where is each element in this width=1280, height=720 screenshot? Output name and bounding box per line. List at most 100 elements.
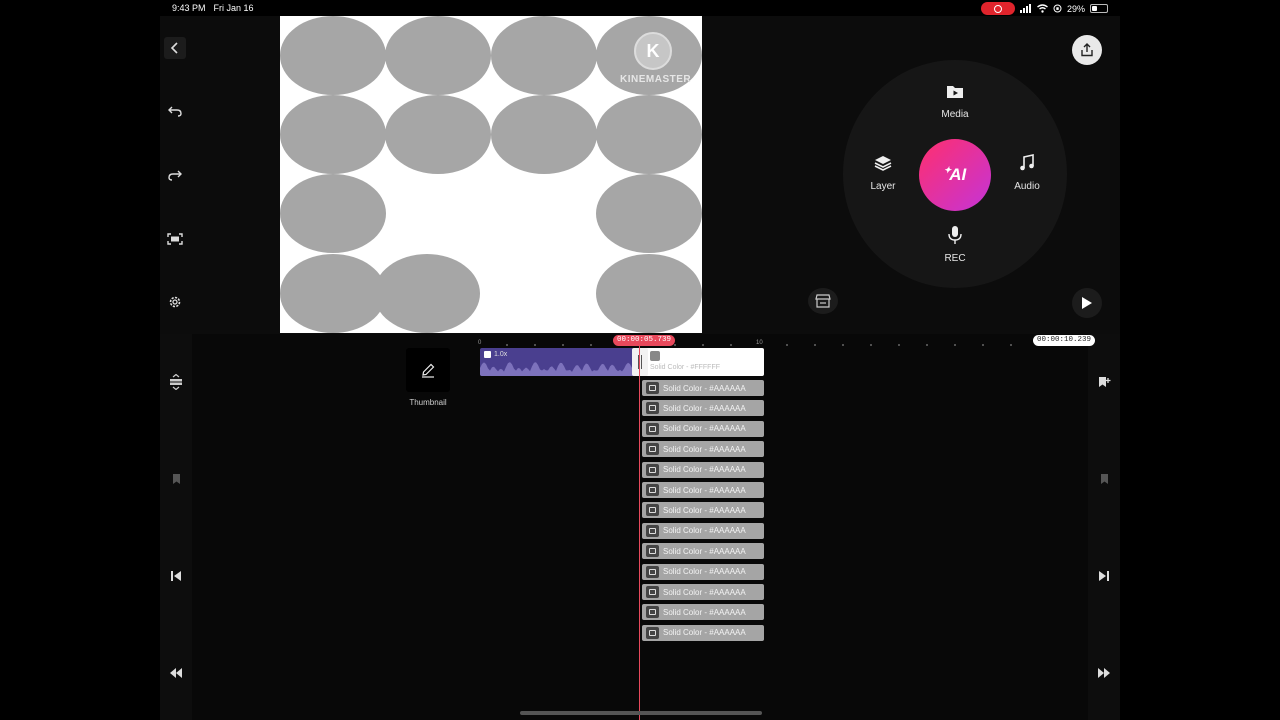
solid-color-icon (646, 382, 659, 394)
ruler-tick (562, 344, 564, 346)
layer-clip[interactable]: Solid Color - #AAAAAA (642, 380, 764, 396)
left-toolbar (160, 16, 192, 334)
solid-color-icon (646, 586, 659, 598)
media-button[interactable]: Media (925, 81, 985, 120)
playhead[interactable] (639, 346, 640, 720)
editor-top-area: K KINEMASTER Media Layer ✦ AI Audio REC (160, 16, 1120, 334)
audio-label: Audio (1014, 181, 1040, 192)
layer-clip[interactable]: Solid Color - #AAAAAA (642, 584, 764, 600)
trim-handle[interactable] (632, 348, 648, 376)
asset-store-button[interactable] (808, 288, 838, 314)
settings-button[interactable] (164, 291, 186, 313)
layer-clip[interactable]: Solid Color - #AAAAAA (642, 420, 764, 437)
layer-clip[interactable]: Solid Color - #AAAAAA (642, 502, 764, 519)
next-frame-button[interactable] (1096, 665, 1112, 681)
layer-clip[interactable]: Solid Color - #AAAAAA (642, 604, 764, 621)
status-date: Fri Jan 16 (213, 3, 254, 13)
oval-shape (596, 95, 702, 174)
layer-clip-label: Solid Color - #AAAAAA (663, 444, 746, 454)
layers-icon (874, 156, 892, 171)
kinemaster-watermark: K KINEMASTER (620, 32, 692, 85)
thumbnail-label: Thumbnail (409, 398, 447, 407)
layer-clip-label: Solid Color - #AAAAAA (663, 546, 746, 556)
jump-to-start-button[interactable] (168, 568, 184, 584)
oval-shape (280, 16, 386, 95)
ruler-tick (1010, 344, 1012, 346)
ruler-start-label: 0 (478, 340, 482, 346)
solid-color-icon (646, 463, 659, 476)
ruler-tick (814, 344, 816, 346)
store-icon (815, 294, 831, 308)
ai-button[interactable]: ✦ AI (919, 139, 991, 211)
layer-clip-label: Solid Color - #AAAAAA (663, 485, 746, 495)
audio-button[interactable]: Audio (997, 153, 1057, 192)
ruler-tick (702, 344, 704, 346)
wifi-icon (1037, 4, 1048, 13)
thumbnail-button[interactable] (406, 348, 450, 392)
solid-color-icon (646, 545, 659, 558)
layer-clip[interactable]: Solid Color - #AAAAAA (642, 522, 764, 539)
ruler-tick (506, 344, 508, 346)
solid-color-icon (650, 351, 660, 361)
video-clip[interactable]: 1.0x (480, 348, 640, 376)
ruler-tick (842, 344, 844, 346)
rec-button[interactable]: REC (925, 225, 985, 264)
undo-button[interactable] (164, 100, 186, 122)
skip-to-start-icon (171, 571, 181, 581)
ruler-mark-label: 10 (756, 340, 763, 346)
oval-shape (374, 254, 480, 333)
ruler-tick (534, 344, 536, 346)
play-button[interactable] (1072, 288, 1102, 318)
jump-to-end-button[interactable] (1096, 568, 1112, 584)
previous-frame-button[interactable] (168, 665, 184, 681)
video-preview[interactable]: K KINEMASTER (280, 16, 702, 333)
status-bar-left: 9:43 PM Fri Jan 16 (172, 3, 254, 13)
chevron-left-icon (170, 42, 178, 54)
ruler-tick (954, 344, 956, 346)
clip-speed-badge: 1.0x (484, 351, 507, 358)
layer-clip[interactable]: Solid Color - #AAAAAA (642, 624, 764, 641)
layer-clip[interactable]: Solid Color - #AAAAAA (642, 543, 764, 560)
oval-shape (491, 16, 597, 95)
back-button[interactable] (164, 37, 186, 59)
layer-clip[interactable]: Solid Color - #AAAAAA (642, 563, 764, 580)
layer-clip-label: Solid Color - #AAAAAA (663, 403, 746, 413)
kinemaster-logo-icon: K (634, 32, 672, 70)
bookmark-button[interactable] (168, 471, 184, 487)
home-indicator[interactable] (520, 711, 762, 715)
layer-clip[interactable]: Solid Color - #AAAAAA (642, 461, 764, 478)
bookmark-button-right[interactable] (1096, 471, 1112, 487)
timeline-right-toolbar (1088, 334, 1120, 720)
ruler-tick (730, 344, 732, 346)
oval-shape (280, 174, 386, 253)
oval-shape (491, 95, 597, 174)
solid-color-icon (646, 626, 659, 639)
layer-clip[interactable]: Solid Color - #AAAAAA (642, 441, 764, 458)
total-time-badge: 00:00:10.239 (1033, 335, 1096, 346)
layer-clip[interactable]: Solid Color - #AAAAAA (642, 482, 764, 498)
add-bookmark-button[interactable] (1096, 374, 1112, 390)
timeline-panel[interactable]: Thumbnail 0 10 1.0x Solid Color - #FFFFF… (160, 334, 1120, 720)
undo-icon (168, 106, 182, 117)
media-folder-icon (947, 86, 963, 98)
layer-clip-label: Solid Color - #AAAAAA (663, 567, 746, 577)
current-time-badge: 00:00:05.739 (613, 335, 676, 346)
white-solid-color-clip[interactable]: Solid Color - #FFFFFF (642, 348, 764, 376)
layer-button[interactable]: Layer (853, 153, 913, 192)
expand-tracks-button[interactable] (168, 374, 184, 390)
play-icon (1082, 297, 1092, 309)
capture-button[interactable] (164, 228, 186, 250)
layer-clip-label: Solid Color - #AAAAAA (663, 465, 746, 475)
cellular-signal-icon (1019, 4, 1031, 13)
export-share-button[interactable] (1072, 35, 1102, 65)
redo-button[interactable] (164, 164, 186, 186)
orientation-lock-icon (1053, 4, 1062, 13)
layer-clip[interactable]: Solid Color - #AAAAAA (642, 400, 764, 417)
battery-percent: 29% (1066, 3, 1085, 14)
watermark-text: KINEMASTER (620, 74, 692, 85)
fast-forward-icon (1098, 668, 1110, 678)
bookmark-add-icon (1098, 376, 1110, 387)
ruler-tick (786, 344, 788, 346)
skip-to-end-icon (1099, 571, 1109, 581)
ruler-tick (982, 344, 984, 346)
